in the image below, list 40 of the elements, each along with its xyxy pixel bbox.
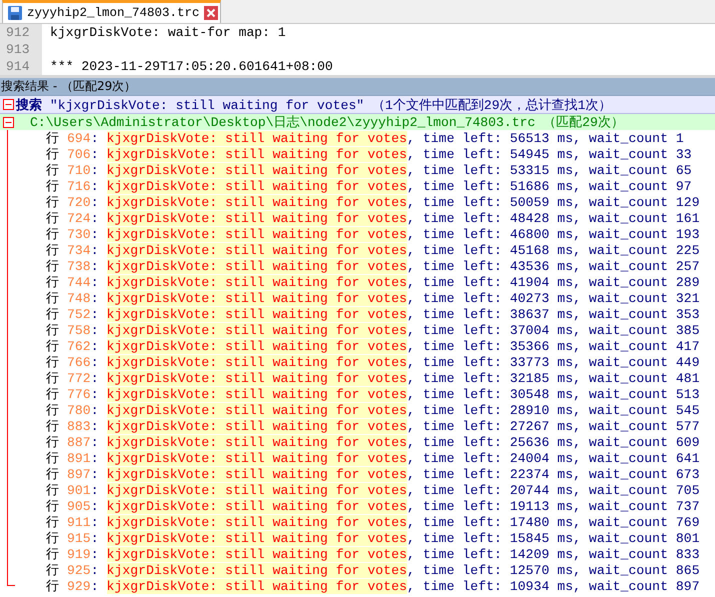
search-result-line[interactable]: 行 911: kjxgrDiskVote: still waiting for votes, time left: 17480 ms, wait_count 769 — [46, 513, 700, 531]
search-result-line[interactable]: 行 891: kjxgrDiskVote: still waiting for votes, time left: 24004 ms, wait_count 641 — [46, 449, 700, 467]
search-result-line[interactable]: 行 716: kjxgrDiskVote: still waiting for votes, time left: 51686 ms, wait_count 97 — [46, 177, 692, 195]
line-number: 914 — [0, 58, 42, 75]
close-icon[interactable] — [204, 6, 218, 20]
search-result-line[interactable]: 行 710: kjxgrDiskVote: still waiting for votes, time left: 53315 ms, wait_count 65 — [46, 161, 692, 179]
search-result-line[interactable]: 行 915: kjxgrDiskVote: still waiting for votes, time left: 15845 ms, wait_count 801 — [46, 529, 700, 547]
code-line: *** 2023-11-29T17:05:20.601641+08:00 — [49, 59, 333, 74]
search-result-line[interactable]: 行 762: kjxgrDiskVote: still waiting for votes, time left: 35366 ms, wait_count 417 — [46, 337, 700, 355]
search-result-line[interactable]: 行 887: kjxgrDiskVote: still waiting for votes, time left: 25636 ms, wait_count 609 — [46, 433, 700, 451]
line-number: 913 — [0, 41, 42, 58]
line-number: 912 — [0, 24, 42, 41]
search-result-line[interactable]: 行 919: kjxgrDiskVote: still waiting for votes, time left: 14209 ms, wait_count 833 — [46, 545, 700, 563]
search-result-line[interactable]: 行 744: kjxgrDiskVote: still waiting for votes, time left: 41904 ms, wait_count 289 — [46, 273, 700, 291]
panel-title: 搜索结果 - （匹配29次） — [0, 78, 715, 96]
search-result-line[interactable]: 行 752: kjxgrDiskVote: still waiting for votes, time left: 38637 ms, wait_count 353 — [46, 305, 700, 323]
search-result-line[interactable]: 行 925: kjxgrDiskVote: still waiting for votes, time left: 12570 ms, wait_count 865 — [46, 561, 700, 579]
search-result-line[interactable]: 行 897: kjxgrDiskVote: still waiting for votes, time left: 22374 ms, wait_count 673 — [46, 465, 700, 483]
search-result-line[interactable]: 行 905: kjxgrDiskVote: still waiting for votes, time left: 19113 ms, wait_count 737 — [46, 497, 700, 515]
search-result-line[interactable]: 行 720: kjxgrDiskVote: still waiting for votes, time left: 50059 ms, wait_count 129 — [46, 193, 700, 211]
collapse-icon[interactable] — [0, 99, 16, 110]
search-result-line[interactable]: 行 883: kjxgrDiskVote: still waiting for votes, time left: 27267 ms, wait_count 577 — [46, 417, 700, 435]
code-line: kjxgrDiskVote: wait-for map: 1 — [49, 25, 286, 40]
search-result-line[interactable]: 行 748: kjxgrDiskVote: still waiting for votes, time left: 40273 ms, wait_count 321 — [46, 289, 700, 307]
search-result-line[interactable]: 行 766: kjxgrDiskVote: still waiting for votes, time left: 33773 ms, wait_count 449 — [46, 353, 700, 371]
search-result-line[interactable]: 行 706: kjxgrDiskVote: still waiting for votes, time left: 54945 ms, wait_count 33 — [46, 145, 692, 163]
search-result-line[interactable]: 行 780: kjxgrDiskVote: still waiting for votes, time left: 28910 ms, wait_count 545 — [46, 401, 700, 419]
search-result-line[interactable]: 行 694: kjxgrDiskVote: still waiting for votes, time left: 56513 ms, wait_count 1 — [46, 129, 684, 147]
file-tab[interactable]: zyyyhip2_lmon_74803.trc — [2, 0, 221, 23]
search-result-line[interactable]: 行 730: kjxgrDiskVote: still waiting for votes, time left: 46800 ms, wait_count 193 — [46, 225, 700, 243]
search-result-line[interactable]: 行 758: kjxgrDiskVote: still waiting for votes, time left: 37004 ms, wait_count 385 — [46, 321, 700, 339]
search-query: 搜索 "kjxgrDiskVote: still waiting for votes" （1个文件中匹配到29次，总计查找1次） — [16, 96, 612, 114]
search-result-line[interactable]: 行 724: kjxgrDiskVote: still waiting for votes, time left: 48428 ms, wait_count 161 — [46, 209, 700, 227]
search-result-line[interactable]: 行 776: kjxgrDiskVote: still waiting for votes, time left: 30548 ms, wait_count 513 — [46, 385, 700, 403]
search-result-line[interactable]: 行 929: kjxgrDiskVote: still waiting for votes, time left: 10934 ms, wait_count 897 — [46, 577, 700, 595]
search-result-line[interactable]: 行 734: kjxgrDiskVote: still waiting for votes, time left: 45168 ms, wait_count 225 — [46, 241, 700, 259]
search-result-line[interactable]: 行 738: kjxgrDiskVote: still waiting for votes, time left: 43536 ms, wait_count 257 — [46, 257, 700, 275]
collapse-icon[interactable] — [0, 116, 16, 128]
search-result-line[interactable]: 行 772: kjxgrDiskVote: still waiting for votes, time left: 32185 ms, wait_count 481 — [46, 369, 700, 387]
search-result-line[interactable]: 行 901: kjxgrDiskVote: still waiting for votes, time left: 20744 ms, wait_count 705 — [46, 481, 700, 499]
